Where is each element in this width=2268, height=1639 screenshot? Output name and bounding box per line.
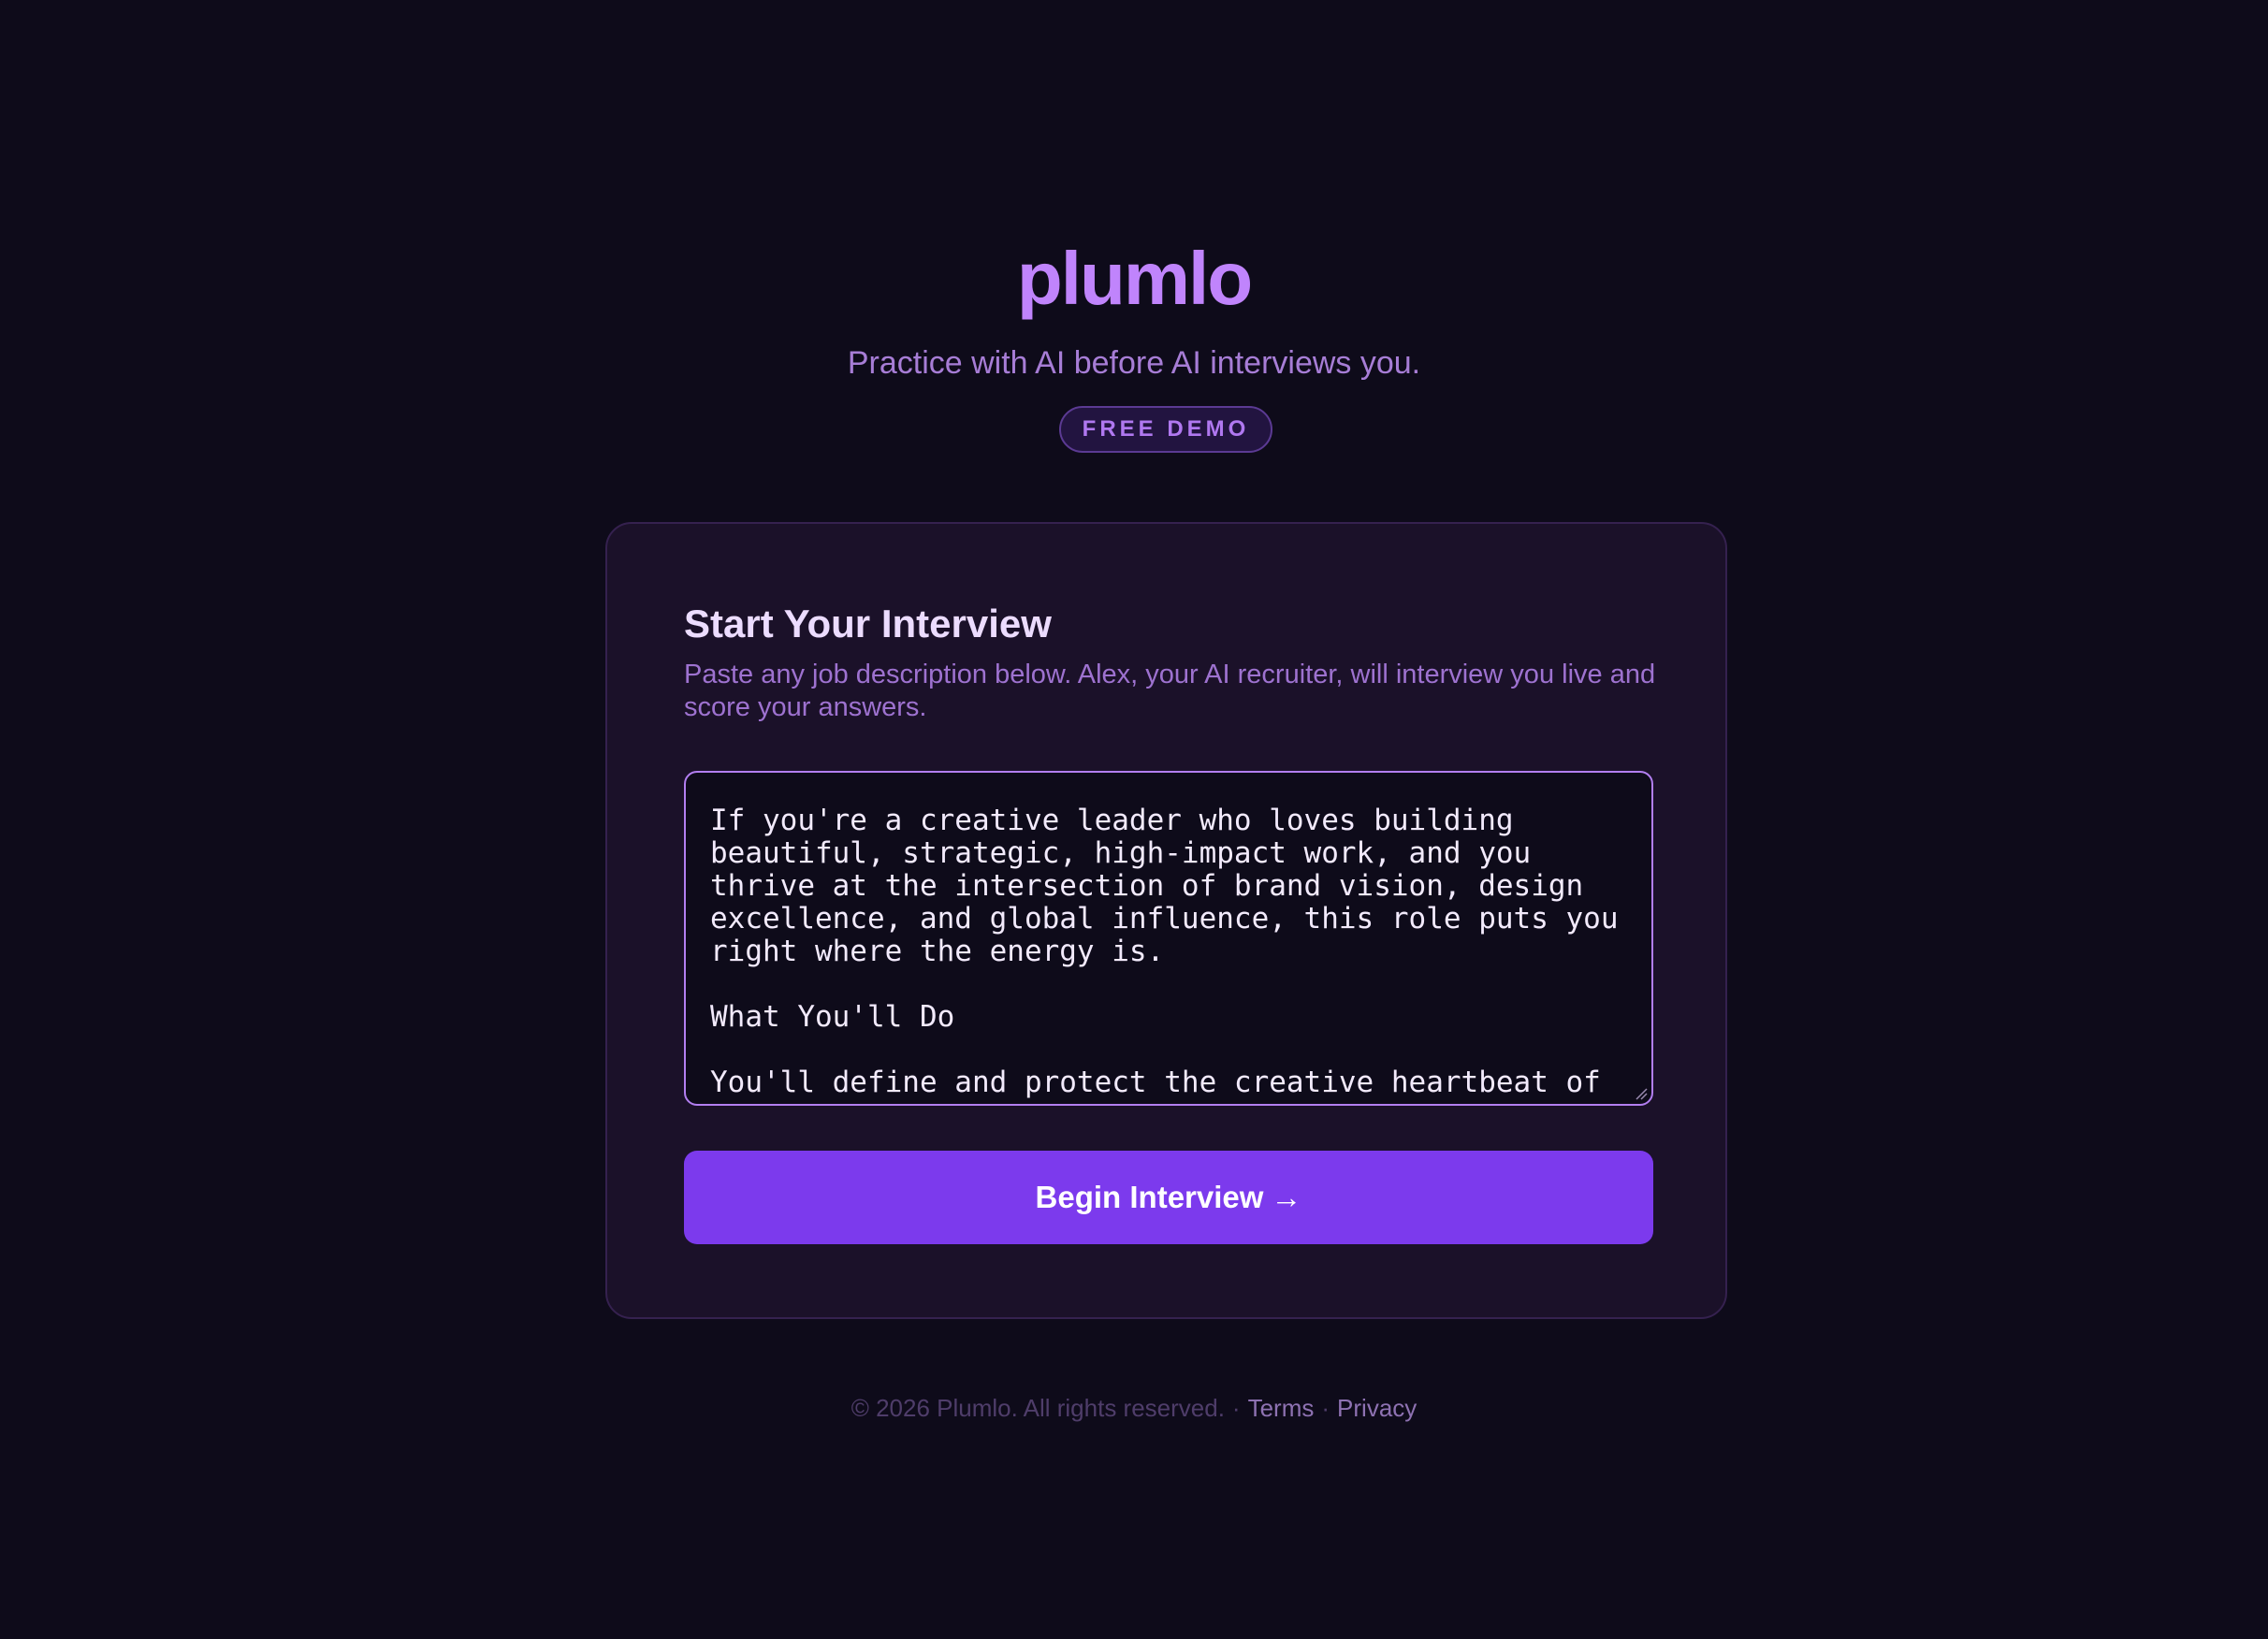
brand-logo: plumlo	[1016, 237, 1253, 320]
footer-separator: ·	[1231, 1394, 1241, 1422]
arrow-right-icon: →	[1271, 1180, 1302, 1214]
card-title: Start Your Interview	[684, 602, 1052, 645]
copyright-text: © 2026 Plumlo. All rights reserved.	[850, 1394, 1225, 1422]
tagline: Practice with AI before AI interviews yo…	[847, 345, 1421, 381]
card-description: Paste any job description below. Alex, y…	[684, 660, 1656, 722]
job-description-input[interactable]	[686, 773, 1651, 1104]
begin-interview-button[interactable]: Begin Interview →	[684, 1151, 1653, 1244]
resize-grip-icon[interactable]	[1635, 1087, 1648, 1100]
interview-card: Start Your Interview Paste any job descr…	[605, 522, 1727, 1319]
job-description-field[interactable]	[684, 771, 1653, 1106]
begin-interview-label: Begin Interview	[1035, 1180, 1264, 1214]
privacy-link[interactable]: Privacy	[1337, 1394, 1417, 1422]
page: plumlo Practice with AI before AI interv…	[0, 0, 2268, 1639]
footer-separator: ·	[1321, 1394, 1330, 1422]
terms-link[interactable]: Terms	[1248, 1394, 1315, 1422]
footer: © 2026 Plumlo. All rights reserved. · Term…	[0, 1394, 2268, 1423]
free-demo-badge: FREE DEMO	[1059, 406, 1272, 453]
